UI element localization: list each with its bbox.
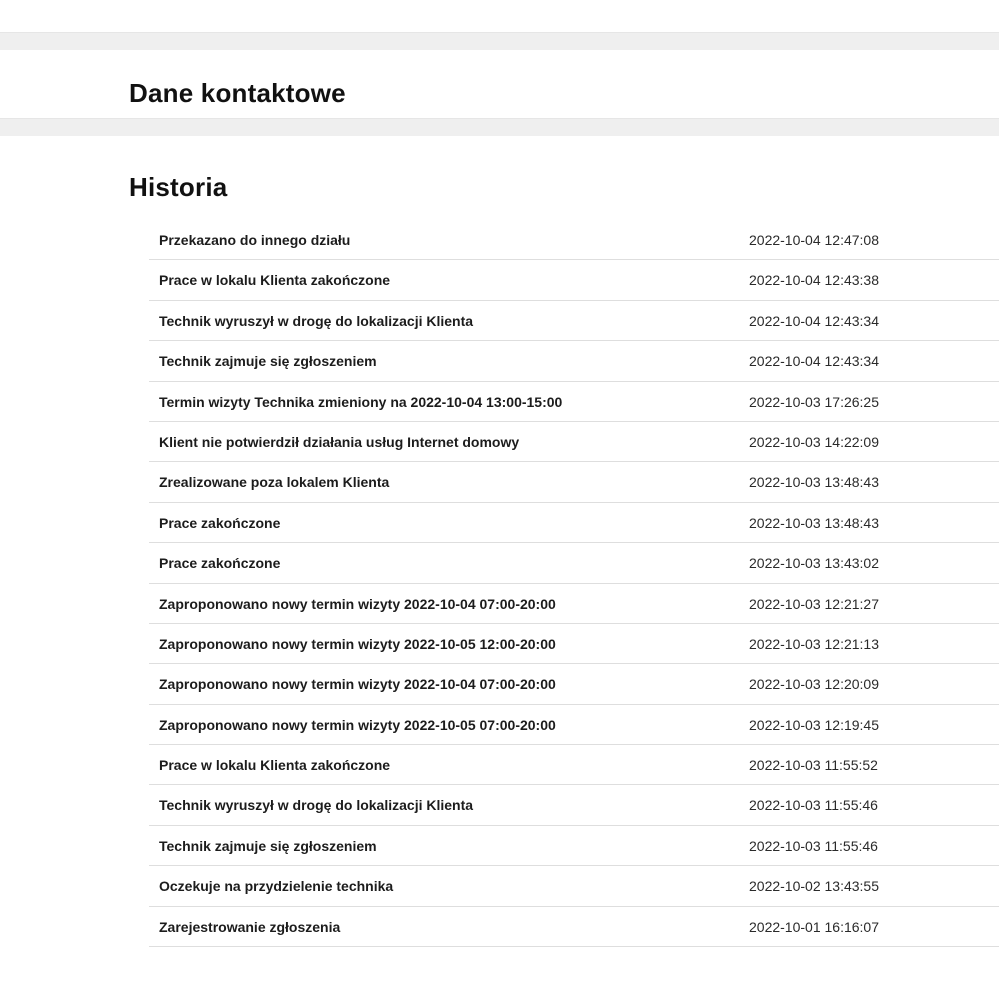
history-timestamp: 2022-10-03 12:20:09 [749,676,879,693]
section-divider [0,118,999,136]
history-timestamp: 2022-10-04 12:43:34 [749,312,879,329]
history-event: Oczekuje na przydzielenie technika [159,878,394,895]
history-row: Technik wyruszył w drogę do lokalizacji … [149,301,999,342]
contact-section-title[interactable]: Dane kontaktowe [129,78,346,109]
history-timestamp: 2022-10-03 12:21:13 [749,635,879,652]
history-timestamp: 2022-10-03 13:48:43 [749,474,879,491]
history-row: Prace zakończone 2022-10-03 13:48:43 [149,503,999,544]
history-timestamp: 2022-10-03 17:26:25 [749,393,879,410]
history-event: Technik wyruszył w drogę do lokalizacji … [159,797,474,814]
history-row: Technik zajmuje się zgłoszeniem 2022-10-0… [149,341,999,382]
history-list: Przekazano do innego działu 2022-10-04 12… [149,220,999,948]
history-row: Zaproponowano nowy termin wizyty 2022-10… [149,664,999,705]
history-timestamp: 2022-10-03 12:21:27 [749,595,879,612]
history-event: Technik zajmuje się zgłoszeniem [159,353,377,370]
history-event: Klient nie potwierdził działania usług I… [159,433,520,450]
history-row: Zarejestrowanie zgłoszenia 2022-10-01 16:… [149,907,999,948]
history-event: Technik zajmuje się zgłoszeniem [159,837,377,854]
history-event: Prace zakończone [159,514,281,531]
history-row: Przekazano do innego działu 2022-10-04 12… [149,220,999,261]
history-timestamp: 2022-10-02 13:43:55 [749,878,879,895]
history-event: Zaproponowano nowy termin wizyty 2022-10… [159,716,556,733]
history-event: Zaproponowano nowy termin wizyty 2022-10… [159,595,556,612]
history-timestamp: 2022-10-03 11:55:46 [749,837,878,854]
history-event: Zaproponowano nowy termin wizyty 2022-10… [159,676,556,693]
history-timestamp: 2022-10-03 13:48:43 [749,514,879,531]
history-row: Termin wizyty Technika zmieniony na 2022… [149,382,999,422]
history-row: Technik wyruszył w drogę do lokalizacji … [149,785,999,826]
history-event: Technik wyruszył w drogę do lokalizacji … [159,312,474,329]
section-divider [0,32,999,50]
history-timestamp: 2022-10-03 14:22:09 [749,433,879,450]
history-event: Zaproponowano nowy termin wizyty 2022-10… [159,635,556,652]
history-row: Prace zakończone 2022-10-03 13:43:02 [149,543,999,584]
history-timestamp: 2022-10-03 11:55:46 [749,797,878,814]
history-event: Termin wizyty Technika zmieniony na 2022… [159,393,563,410]
history-event: Prace zakończone [159,555,281,572]
history-event: Zrealizowane poza lokalem Klienta [159,474,390,491]
history-row: Prace w lokalu Klienta zakończone 2022-10… [149,260,999,301]
history-event: Przekazano do innego działu [159,232,351,248]
history-row: Prace w lokalu Klienta zakończone 2022-10… [149,745,999,786]
history-row: Zaproponowano nowy termin wizyty 2022-10… [149,584,999,624]
history-row: Oczekuje na przydzielenie technika 2022-1… [149,866,999,907]
history-row: Zaproponowano nowy termin wizyty 2022-10… [149,624,999,665]
history-timestamp: 2022-10-03 11:55:52 [749,757,878,774]
history-row: Klient nie potwierdził działania usług I… [149,422,999,463]
history-timestamp: 2022-10-03 12:19:45 [749,716,879,733]
history-timestamp: 2022-10-04 12:43:38 [749,272,879,289]
history-timestamp: 2022-10-04 12:47:08 [749,232,879,248]
history-event: Prace w lokalu Klienta zakończone [159,272,391,289]
history-row: Zaproponowano nowy termin wizyty 2022-10… [149,705,999,746]
history-timestamp: 2022-10-04 12:43:34 [749,353,879,370]
history-timestamp: 2022-10-01 16:16:07 [749,918,879,935]
history-event: Zarejestrowanie zgłoszenia [159,918,341,935]
history-row: Zrealizowane poza lokalem Klienta 2022-10… [149,462,999,503]
history-row: Technik zajmuje się zgłoszeniem 2022-10-0… [149,826,999,867]
history-timestamp: 2022-10-03 13:43:02 [749,555,879,572]
history-event: Prace w lokalu Klienta zakończone [159,757,391,774]
history-section-title: Historia [129,172,228,202]
